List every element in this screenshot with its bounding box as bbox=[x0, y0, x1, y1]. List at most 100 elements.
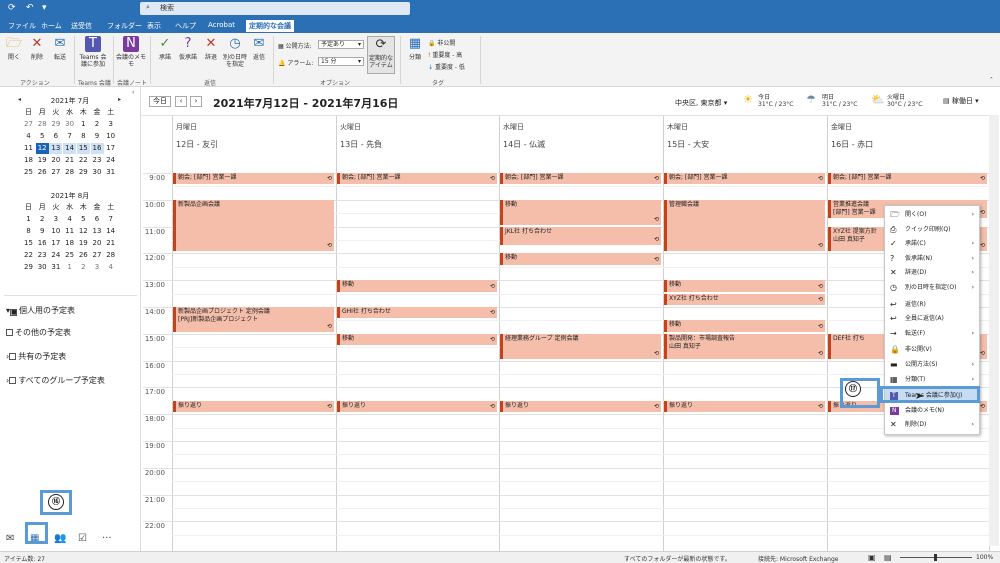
tab-folder[interactable]: フォルダー bbox=[104, 20, 145, 32]
mini-cal-day[interactable]: 18 bbox=[63, 238, 76, 249]
propose-time-button[interactable]: ◷ 別の日時 を指定 bbox=[222, 36, 248, 68]
context-item-10[interactable]: ▬ 公開方法(S) › bbox=[885, 358, 979, 372]
delete-button[interactable]: ✕ 削除 bbox=[27, 36, 47, 61]
mini-cal-day[interactable]: 30 bbox=[91, 167, 104, 178]
teams-join-button[interactable]: T Teams 会 議に参加 bbox=[78, 36, 108, 68]
mini-cal-day[interactable]: 9 bbox=[36, 226, 49, 237]
mini-cal-day[interactable]: 5 bbox=[36, 131, 49, 142]
mini-cal-day[interactable]: 22 bbox=[77, 155, 90, 166]
alarm-dropdown[interactable]: 15 分 ▾ bbox=[318, 57, 364, 66]
mini-cal-day[interactable]: 15 bbox=[76, 143, 90, 154]
mini-cal-day[interactable]: 8 bbox=[22, 226, 35, 237]
tab-view[interactable]: 表示 bbox=[144, 20, 164, 32]
more-icon[interactable]: ··· bbox=[102, 533, 112, 544]
mini-cal-day[interactable]: 14 bbox=[104, 226, 117, 237]
context-item-9[interactable]: 🔒 非公開(V) bbox=[885, 343, 979, 357]
today-button[interactable]: 今日 bbox=[149, 96, 171, 107]
tab-home[interactable]: ホーム bbox=[38, 20, 65, 32]
mail-icon[interactable]: ✉ bbox=[6, 533, 14, 544]
checkbox-checked-icon[interactable]: ■ bbox=[10, 309, 18, 316]
event-morning-meeting[interactable]: 朝会; [部門] 営業一課 ⟲ bbox=[173, 173, 334, 185]
mini-cal-day[interactable]: 12 bbox=[35, 143, 49, 154]
event-review[interactable]: 振り返り ⟲ bbox=[500, 400, 661, 413]
context-item-8[interactable]: → 転送(F) › bbox=[885, 327, 979, 341]
mini-cal-day[interactable]: 4 bbox=[63, 214, 76, 225]
mini-cal-day[interactable]: 5 bbox=[77, 214, 90, 225]
mini-cal-day[interactable]: 3 bbox=[49, 214, 62, 225]
meeting-notes-button[interactable]: N 会議のメモ モ bbox=[116, 36, 146, 68]
context-item-6[interactable]: ↩ 返信(R) bbox=[885, 298, 979, 312]
mini-cal-day[interactable]: 29 bbox=[22, 262, 35, 273]
mini-cal-day[interactable]: 2 bbox=[36, 214, 49, 225]
mini-cal-day[interactable]: 25 bbox=[22, 167, 35, 178]
context-item-4[interactable]: ✕ 辞退(D) › bbox=[885, 266, 979, 280]
event-review[interactable]: 振り返り ⟲ bbox=[664, 400, 825, 413]
mini-cal-day[interactable]: 6 bbox=[91, 214, 104, 225]
people-icon[interactable]: 👥 bbox=[54, 533, 66, 544]
mini-cal-day[interactable]: 28 bbox=[104, 250, 117, 261]
recurrence-button[interactable]: ⟳ 定期的な アイテム bbox=[367, 36, 395, 74]
event-manager-meeting[interactable]: 管理職会議 ⟲ bbox=[664, 199, 825, 252]
context-item-11[interactable]: ▦ 分類(T) › bbox=[885, 373, 979, 387]
tab-file[interactable]: ファイル bbox=[5, 20, 39, 32]
forward-button[interactable]: ✉ 転送 bbox=[50, 36, 70, 61]
mini-cal-day[interactable]: 15 bbox=[22, 238, 35, 249]
event-xyz-meeting[interactable]: XYZ社 打ち合わせ ⟲ bbox=[664, 293, 825, 305]
mini-cal-day[interactable]: 7 bbox=[104, 214, 117, 225]
mini-cal-day[interactable]: 19 bbox=[36, 155, 49, 166]
mini-cal-day[interactable]: 4 bbox=[104, 262, 117, 273]
event-morning-meeting[interactable]: 朝会; [部門] 営業一課 ⟲ bbox=[664, 173, 825, 185]
event-morning-meeting[interactable]: 朝会; [部門] 営業一課 ⟲ bbox=[828, 173, 987, 185]
zoom-slider-thumb[interactable] bbox=[934, 554, 937, 561]
mini-cal-day[interactable]: 29 bbox=[49, 119, 62, 130]
view-selector[interactable]: ▤ 稼働日 ▾ bbox=[943, 96, 979, 106]
mini-cal-day[interactable]: 10 bbox=[104, 131, 117, 142]
mini-cal-day[interactable]: 27 bbox=[22, 119, 35, 130]
quick-access-icon[interactable]: ▾ bbox=[42, 3, 47, 13]
mini-cal-day[interactable]: 23 bbox=[91, 155, 104, 166]
mini-cal-day[interactable]: 8 bbox=[77, 131, 90, 142]
mini-cal-day[interactable]: 1 bbox=[22, 214, 35, 225]
event-move[interactable]: 移動 ⟲ bbox=[337, 280, 497, 292]
checkbox-icon[interactable] bbox=[9, 353, 17, 360]
mini-cal-day[interactable]: 28 bbox=[63, 167, 76, 178]
mini-cal-day[interactable]: 25 bbox=[63, 250, 76, 261]
context-item-5[interactable]: ◷ 別の日時を指定(O) › bbox=[885, 281, 979, 295]
mini-cal-day[interactable]: 1 bbox=[77, 119, 90, 130]
event-move[interactable]: 移動 ⟲ bbox=[337, 333, 497, 346]
mini-cal-day[interactable]: 3 bbox=[104, 119, 117, 130]
mini-cal-day[interactable]: 28 bbox=[36, 119, 49, 130]
mini-cal-day[interactable]: 13 bbox=[91, 226, 104, 237]
tab-recurring-meeting[interactable]: 定期的な会議 bbox=[246, 20, 294, 32]
event-move[interactable]: 移動 ⟲ bbox=[664, 320, 825, 332]
mini-cal-day[interactable]: 30 bbox=[36, 262, 49, 273]
collapse-pane-icon[interactable]: ‹ bbox=[132, 89, 134, 96]
mini-cal-day[interactable]: 22 bbox=[22, 250, 35, 261]
mini-cal-day[interactable]: 31 bbox=[49, 262, 62, 273]
mini-cal-day[interactable]: 23 bbox=[36, 250, 49, 261]
tab-help[interactable]: ヘルプ bbox=[172, 20, 199, 32]
mini-cal-day[interactable]: 3 bbox=[91, 262, 104, 273]
mini-cal-day[interactable]: 19 bbox=[77, 238, 90, 249]
high-importance-toggle[interactable]: ! 重要度 - 高 bbox=[428, 50, 462, 59]
normal-view-icon[interactable]: ▣ bbox=[868, 553, 876, 562]
tasks-icon[interactable]: ☑ bbox=[78, 533, 87, 544]
event-morning-meeting[interactable]: 朝会; [部門] 営業一課 ⟲ bbox=[337, 173, 497, 185]
prev-week-button[interactable]: ‹ bbox=[175, 96, 187, 107]
context-item-3[interactable]: ? 仮承諾(N) › bbox=[885, 252, 979, 266]
mini-cal-day[interactable]: 9 bbox=[91, 131, 104, 142]
tab-acrobat[interactable]: Acrobat bbox=[205, 20, 238, 30]
mini-cal-day[interactable]: 16 bbox=[90, 143, 104, 154]
mini-cal-day[interactable]: 14 bbox=[63, 143, 77, 154]
tab-send-receive[interactable]: 送受信 bbox=[68, 20, 95, 32]
mini-cal-day[interactable]: 24 bbox=[104, 155, 117, 166]
reply-button[interactable]: ✉ 返信 bbox=[248, 36, 270, 61]
open-button[interactable]: 🗁 開く bbox=[4, 36, 24, 61]
mini-cal-day[interactable]: 16 bbox=[36, 238, 49, 249]
event-ghi-meeting[interactable]: GHI社 打ち合わせ ⟲ bbox=[337, 307, 497, 319]
event-review[interactable]: 振り返り ⟲ bbox=[173, 400, 334, 413]
mini-cal-day[interactable]: 26 bbox=[36, 167, 49, 178]
event-new-product-planning[interactable]: 新製品企画会議 ⟲ bbox=[173, 199, 334, 252]
checkbox-icon[interactable] bbox=[9, 377, 17, 384]
prev-month-icon[interactable]: ◂ bbox=[18, 96, 21, 103]
